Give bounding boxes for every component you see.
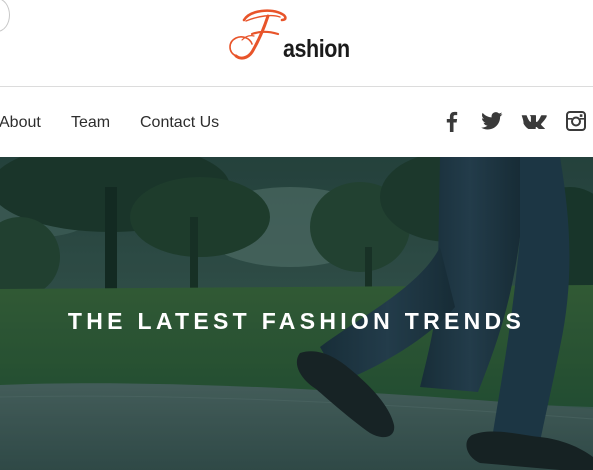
- vk-icon[interactable]: [521, 108, 547, 134]
- twitter-icon[interactable]: [479, 108, 505, 134]
- menu-toggle-button[interactable]: [0, 0, 10, 32]
- logo-wordmark: ashion: [283, 35, 350, 63]
- site-logo[interactable]: F ashion: [224, 4, 364, 66]
- instagram-icon[interactable]: [563, 108, 589, 134]
- nav-link-about[interactable]: About: [0, 113, 41, 133]
- hero-banner: THE LATEST FASHION TRENDS: [0, 157, 593, 470]
- facebook-icon[interactable]: [438, 108, 464, 134]
- hero-title: THE LATEST FASHION TRENDS: [67, 308, 526, 334]
- site-header: F ashion: [0, 0, 593, 87]
- main-navigation: About Team Contact Us: [0, 87, 593, 157]
- nav-link-contact-us[interactable]: Contact Us: [140, 113, 219, 133]
- nav-link-team[interactable]: Team: [71, 113, 110, 133]
- logo-initial: F: [226, 0, 268, 58]
